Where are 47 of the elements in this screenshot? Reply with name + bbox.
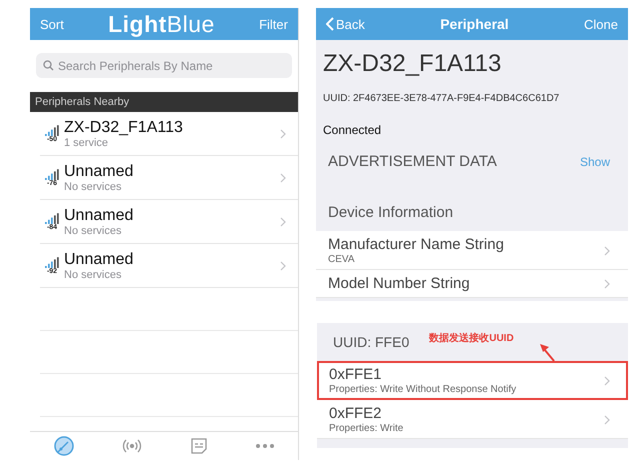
back-chevron-icon (326, 17, 334, 31)
characteristic-value: CEVA (328, 254, 356, 265)
characteristic-row[interactable]: Manufacturer Name String CEVA (316, 231, 628, 270)
device-uuid: UUID: 2F4673EE-3E78-477A-F9E4-F4DB4C6C61D7 (322, 92, 560, 104)
peripheral-name: Unnamed (64, 250, 134, 268)
section-header: Peripherals Nearby (30, 92, 298, 112)
chevron-icon (280, 172, 286, 182)
characteristic-name: 0xFFE1 (329, 366, 383, 384)
chevron-icon (280, 128, 286, 138)
more-icon[interactable] (255, 442, 275, 450)
chevron-icon (604, 376, 610, 386)
chevron-icon (280, 260, 286, 270)
service-count: 1 service (64, 136, 110, 148)
peripheral-name: Unnamed (64, 162, 134, 180)
signal-icon (44, 256, 60, 268)
characteristic-name: 0xFFE2 (329, 405, 383, 423)
characteristic-row[interactable]: Model Number String (316, 270, 628, 298)
note-icon[interactable] (189, 436, 209, 456)
chevron-icon (280, 216, 286, 226)
annotation-text: 数据发送接收UUID (429, 332, 514, 345)
chevron-icon (604, 246, 610, 256)
screen-title: Peripheral (440, 16, 509, 32)
signal-icon (44, 168, 60, 180)
chevron-icon (604, 414, 610, 424)
service-count: No services (64, 224, 122, 236)
annotation-arrow (539, 343, 557, 363)
connection-status: Connected (322, 122, 382, 137)
characteristic-name: Manufacturer Name String (328, 236, 505, 254)
service-count: No services (64, 268, 122, 280)
advertisement-label: ADVERTISEMENT DATA (328, 153, 497, 170)
device-name: ZX-D32_F1A113 (322, 49, 502, 78)
peripheral-name: ZX-D32_F1A113 (64, 118, 184, 136)
search-field[interactable]: Search Peripherals By Name (36, 53, 292, 78)
characteristic-properties: Properties: Write (329, 423, 404, 434)
chevron-icon (604, 279, 610, 289)
service-title: Device Information (327, 203, 454, 223)
radar-icon[interactable] (53, 435, 75, 457)
characteristic-name: Model Number String (328, 275, 471, 293)
service-count: No services (64, 180, 122, 192)
service-uuid: UUID: FFE0 (333, 334, 410, 350)
signal-icon (44, 212, 60, 224)
app-logo: LightBlue (108, 10, 215, 38)
signal-icon (44, 124, 60, 136)
peripheral-name: Unnamed (64, 206, 134, 224)
characteristic-row[interactable]: 0xFFE2 Properties: Write (317, 400, 628, 439)
characteristic-row[interactable]: 0xFFE1 Properties: Write Without Response Notify (317, 361, 628, 400)
characteristic-properties: Properties: Write Without Response Notify (329, 384, 518, 395)
